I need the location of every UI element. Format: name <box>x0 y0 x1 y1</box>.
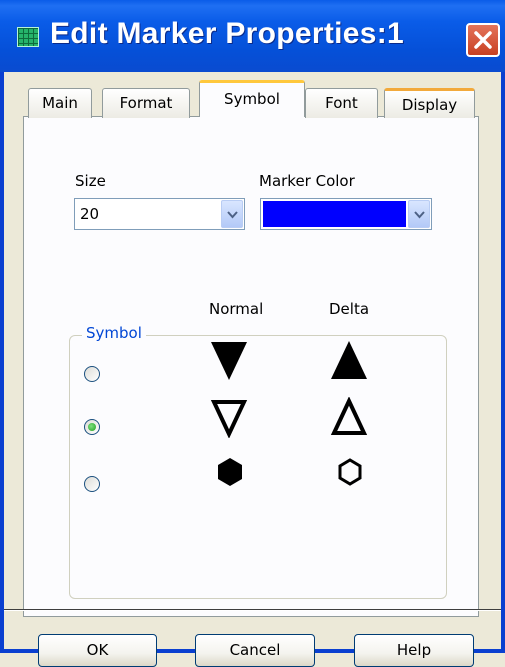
filled-hexagon-icon[interactable] <box>215 456 245 488</box>
cancel-button[interactable]: Cancel <box>195 634 315 667</box>
column-normal-label: Normal <box>209 300 264 318</box>
hollow-down-triangle-icon[interactable] <box>210 398 248 438</box>
filled-down-triangle-icon[interactable] <box>209 340 249 382</box>
close-button[interactable] <box>466 23 500 57</box>
ok-button[interactable]: OK <box>38 634 157 667</box>
radio-selected-dot <box>88 423 96 431</box>
marker-color-swatch <box>263 201 406 227</box>
size-value: 20 <box>80 205 100 223</box>
marker-color-dropdown-button[interactable] <box>408 200 430 228</box>
help-button[interactable]: Help <box>354 634 474 667</box>
size-dropdown[interactable]: 20 <box>74 198 245 230</box>
tab-format[interactable]: Format <box>102 88 190 118</box>
hollow-hexagon-icon[interactable] <box>335 456 365 488</box>
app-icon <box>17 27 39 47</box>
marker-color-label: Marker Color <box>259 172 355 190</box>
symbol-group-label: Symbol <box>82 324 146 342</box>
symbol-groupbox <box>69 335 447 599</box>
column-delta-label: Delta <box>329 300 370 318</box>
hollow-up-triangle-icon[interactable] <box>330 397 368 437</box>
dialog-window: Edit Marker Properties:1 Main Format Sym… <box>0 0 505 667</box>
dialog-client: Main Format Symbol Font Display Size 20 … <box>4 72 501 667</box>
tab-font[interactable]: Font <box>305 88 378 118</box>
filled-up-triangle-icon[interactable] <box>329 339 369 381</box>
size-label: Size <box>75 172 106 190</box>
symbol-radio-3[interactable] <box>84 476 100 492</box>
size-dropdown-button[interactable] <box>221 200 243 228</box>
window-title: Edit Marker Properties:1 <box>50 17 404 50</box>
separator-line <box>4 609 501 611</box>
close-icon <box>474 31 492 49</box>
tab-main[interactable]: Main <box>28 88 92 118</box>
chevron-down-icon <box>227 211 238 219</box>
chevron-down-icon <box>414 211 425 219</box>
symbol-radio-2[interactable] <box>84 419 100 435</box>
symbol-radio-1[interactable] <box>84 366 100 382</box>
title-bar[interactable]: Edit Marker Properties:1 <box>0 0 505 72</box>
tab-symbol[interactable]: Symbol <box>199 80 305 117</box>
tab-display[interactable]: Display <box>384 88 475 118</box>
marker-color-dropdown[interactable] <box>260 198 432 230</box>
